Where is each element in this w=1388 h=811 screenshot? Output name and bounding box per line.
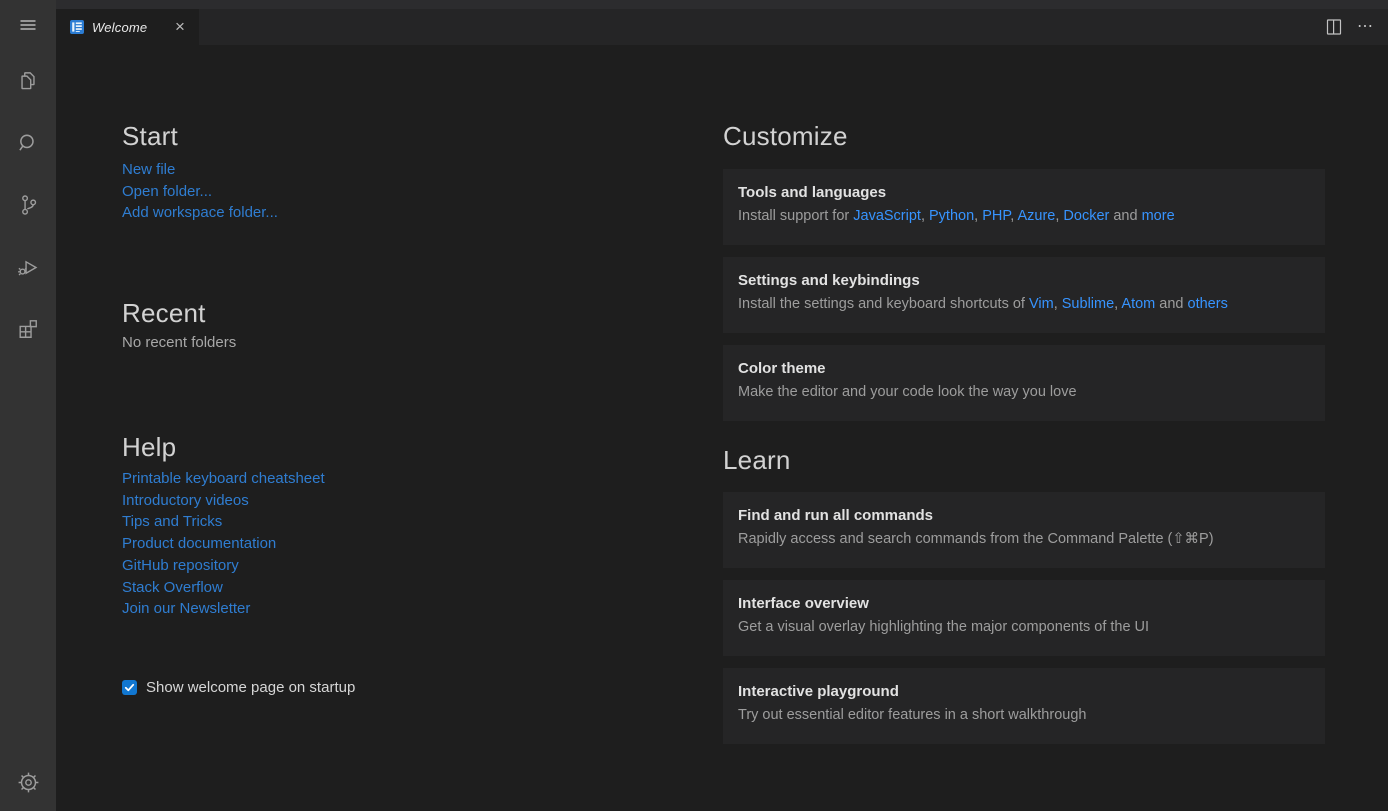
inline-link[interactable]: JavaScript [853, 208, 921, 224]
show-welcome-checkbox[interactable] [122, 680, 137, 695]
sidebar-item-source-control[interactable] [0, 174, 56, 236]
inline-text: , [921, 208, 929, 224]
card-tools-and-languages[interactable]: Tools and languages Install support for … [723, 169, 1325, 245]
link-tips-and-tricks[interactable]: Tips and Tricks [122, 511, 325, 533]
inline-link[interactable]: Vim [1029, 296, 1054, 312]
card-color-theme[interactable]: Color theme Make the editor and your cod… [723, 345, 1325, 421]
help-links: Printable keyboard cheatsheet Introducto… [122, 468, 325, 620]
inline-text: Get a visual overlay highlighting the ma… [738, 619, 1149, 635]
start-heading: Start [122, 121, 178, 152]
more-actions-icon[interactable]: ⋯ [1357, 22, 1374, 32]
card-interactive-playground[interactable]: Interactive playground Try out essential… [723, 668, 1325, 744]
link-add-workspace-folder[interactable]: Add workspace folder... [122, 202, 278, 224]
explorer-icon [15, 68, 41, 94]
card-title: Find and run all commands [738, 507, 1309, 524]
no-recent-folders-text: No recent folders [122, 334, 236, 351]
link-stack-overflow[interactable]: Stack Overflow [122, 577, 325, 599]
inline-text: Install support for [738, 208, 853, 224]
inline-link[interactable]: more [1142, 208, 1175, 224]
inline-link[interactable]: Atom [1121, 296, 1155, 312]
inline-text: Make the editor and your code look the w… [738, 384, 1077, 400]
inline-text: Try out essential editor features in a s… [738, 707, 1086, 723]
card-title: Color theme [738, 360, 1309, 377]
close-tab-icon[interactable]: × [171, 19, 189, 35]
sidebar-item-extensions[interactable] [0, 298, 56, 360]
card-description: Get a visual overlay highlighting the ma… [738, 619, 1309, 635]
split-editor-icon [1325, 18, 1343, 36]
inline-text: and [1109, 208, 1141, 224]
link-keyboard-cheatsheet[interactable]: Printable keyboard cheatsheet [122, 468, 325, 490]
activity-bar [0, 0, 56, 811]
tab-label: Welcome [92, 20, 171, 35]
inline-link[interactable]: PHP [982, 208, 1010, 224]
customize-heading: Customize [723, 121, 848, 152]
menu-button[interactable] [0, 0, 56, 50]
editor-actions: ⋯ [1325, 9, 1374, 45]
inline-text: Install the settings and keyboard shortc… [738, 296, 1029, 312]
sidebar-item-search[interactable] [0, 112, 56, 174]
start-links: New file Open folder... Add workspace fo… [122, 159, 278, 224]
inline-link[interactable]: Azure [1017, 208, 1055, 224]
source-control-icon [15, 192, 41, 218]
card-description: Make the editor and your code look the w… [738, 384, 1309, 400]
card-find-run-commands[interactable]: Find and run all commands Rapidly access… [723, 492, 1325, 568]
welcome-page: Start New file Open folder... Add worksp… [56, 45, 1388, 811]
card-description: Install the settings and keyboard shortc… [738, 296, 1309, 312]
sidebar-item-run-debug[interactable] [0, 236, 56, 298]
tab-welcome[interactable]: Welcome × [56, 9, 199, 45]
card-description: Rapidly access and search commands from … [738, 531, 1309, 547]
split-editor-button[interactable] [1325, 18, 1343, 36]
card-description: Try out essential editor features in a s… [738, 707, 1309, 723]
card-description: Install support for JavaScript, Python, … [738, 208, 1309, 224]
inline-text: Rapidly access and search commands from … [738, 531, 1214, 547]
card-title: Interface overview [738, 595, 1309, 612]
inline-text: and [1155, 296, 1187, 312]
menu-icon [16, 13, 40, 37]
card-title: Interactive playground [738, 683, 1309, 700]
link-github-repository[interactable]: GitHub repository [122, 555, 325, 577]
recent-heading: Recent [122, 298, 206, 329]
inline-link[interactable]: Sublime [1062, 296, 1114, 312]
link-introductory-videos[interactable]: Introductory videos [122, 490, 325, 512]
run-debug-icon [15, 254, 41, 280]
search-icon [15, 130, 41, 156]
inline-link[interactable]: others [1188, 296, 1228, 312]
link-product-documentation[interactable]: Product documentation [122, 533, 325, 555]
card-settings-and-keybindings[interactable]: Settings and keybindings Install the set… [723, 257, 1325, 333]
inline-link[interactable]: Docker [1063, 208, 1109, 224]
extensions-icon [15, 316, 41, 342]
startup-checkbox-row: Show welcome page on startup [122, 679, 355, 696]
card-title: Tools and languages [738, 184, 1309, 201]
startup-checkbox-label: Show welcome page on startup [146, 679, 355, 696]
link-open-folder[interactable]: Open folder... [122, 181, 278, 203]
inline-link[interactable]: Python [929, 208, 974, 224]
sidebar-item-explorer[interactable] [0, 50, 56, 112]
inline-text: , [1054, 296, 1062, 312]
link-join-newsletter[interactable]: Join our Newsletter [122, 598, 325, 620]
learn-heading: Learn [723, 445, 791, 476]
card-title: Settings and keybindings [738, 272, 1309, 289]
titlebar-strip [56, 0, 1388, 9]
link-new-file[interactable]: New file [122, 159, 278, 181]
settings-gear-icon [15, 769, 42, 796]
welcome-preview-icon [69, 19, 85, 35]
checkmark-icon [124, 682, 135, 693]
card-interface-overview[interactable]: Interface overview Get a visual overlay … [723, 580, 1325, 656]
tab-bar: Welcome × ⋯ [56, 9, 1388, 45]
help-heading: Help [122, 432, 176, 463]
settings-button[interactable] [0, 753, 56, 811]
